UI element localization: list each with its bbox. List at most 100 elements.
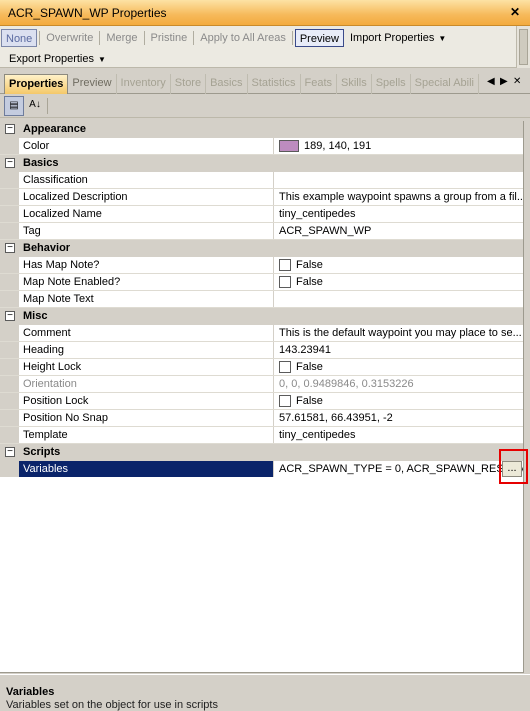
apply-to-all-areas-button[interactable]: Apply to All Areas — [196, 29, 290, 47]
property-name[interactable]: Color — [19, 138, 274, 154]
property-name[interactable]: Classification — [19, 172, 274, 188]
collapse-icon[interactable]: − — [5, 311, 15, 321]
property-grid: − Appearance Color 189, 140, 191− Basics Clas… — [0, 121, 524, 478]
import-properties-button[interactable]: Import Properties ▼ — [346, 29, 450, 47]
property-value[interactable] — [274, 291, 523, 307]
property-value[interactable] — [274, 172, 523, 188]
tab-basics[interactable]: Basics — [206, 74, 248, 94]
property-value[interactable]: False — [274, 393, 523, 409]
property-value[interactable]: 0, 0, 0.9489846, 0.3153226 — [274, 376, 523, 392]
tab-special-abili[interactable]: Special Abili — [411, 74, 479, 94]
property-name[interactable]: Map Note Enabled? — [19, 274, 274, 290]
property-name[interactable]: Height Lock — [19, 359, 274, 375]
property-row-comment[interactable]: Comment This is the default waypoint you … — [0, 325, 523, 342]
preview-button[interactable]: Preview — [294, 29, 344, 47]
property-name[interactable]: Variables — [19, 461, 274, 477]
property-name[interactable]: Map Note Text — [19, 291, 274, 307]
toolbar-scrollbar[interactable] — [516, 26, 530, 68]
checkbox[interactable] — [279, 259, 291, 271]
checkbox[interactable] — [279, 361, 291, 373]
property-row-position-no-snap[interactable]: Position No Snap 57.61581, 66.43951, -2 — [0, 410, 523, 427]
none-button[interactable]: None — [1, 29, 38, 47]
property-value-text: ACR_SPAWN_WP — [279, 225, 372, 237]
property-value[interactable]: False — [274, 257, 523, 273]
overwrite-button[interactable]: Overwrite — [42, 29, 97, 47]
property-name[interactable]: Position Lock — [19, 393, 274, 409]
property-row-height-lock[interactable]: Height Lock False — [0, 359, 523, 376]
property-name[interactable]: Has Map Note? — [19, 257, 274, 273]
scrollbar-thumb[interactable] — [519, 29, 528, 65]
collapse-icon[interactable]: − — [5, 447, 15, 457]
property-value[interactable]: 57.61581, 66.43951, -2 — [274, 410, 523, 426]
checkbox[interactable] — [279, 395, 291, 407]
property-name[interactable]: Position No Snap — [19, 410, 274, 426]
close-icon[interactable]: ✕ — [510, 5, 520, 19]
property-value[interactable]: False — [274, 274, 523, 290]
pristine-button[interactable]: Pristine — [147, 29, 192, 47]
tab-feats[interactable]: Feats — [301, 74, 338, 94]
property-row-color[interactable]: Color 189, 140, 191 — [0, 138, 523, 155]
property-row-map-note-text[interactable]: Map Note Text — [0, 291, 523, 308]
property-row-variables[interactable]: Variables ACR_SPAWN_TYPE = 0, ACR_SPAWN_R… — [0, 461, 523, 478]
tab-scroll-left-icon[interactable]: ◀ — [487, 76, 495, 87]
collapse-icon[interactable]: − — [5, 243, 15, 253]
help-description: Variables set on the object for use in s… — [6, 699, 218, 711]
color-swatch[interactable] — [279, 140, 299, 152]
property-row-classification[interactable]: Classification — [0, 172, 523, 189]
property-row-map-note-enabled[interactable]: Map Note Enabled? False — [0, 274, 523, 291]
tab-store[interactable]: Store — [171, 74, 207, 94]
property-row-localized-name[interactable]: Localized Name tiny_centipedes — [0, 206, 523, 223]
property-value[interactable]: tiny_centipedes — [274, 427, 523, 443]
property-name[interactable]: Heading — [19, 342, 274, 358]
property-row-template[interactable]: Template tiny_centipedes — [0, 427, 523, 444]
tab-properties[interactable]: Properties — [4, 74, 69, 94]
collapse-icon[interactable]: − — [5, 124, 15, 134]
property-row-heading[interactable]: Heading 143.23941 — [0, 342, 523, 359]
property-row-has-map-note[interactable]: Has Map Note? False — [0, 257, 523, 274]
alphabetical-sort-icon[interactable]: A↓ — [25, 96, 45, 116]
category-misc[interactable]: − Misc — [0, 308, 523, 325]
property-value[interactable]: ACR_SPAWN_WP — [274, 223, 523, 239]
property-value[interactable]: This example waypoint spawns a group fro… — [274, 189, 523, 205]
export-properties-button[interactable]: Export Properties ▼ — [5, 50, 110, 68]
help-panel: Variables Variables set on the object fo… — [0, 674, 530, 711]
categorized-sort-icon[interactable]: ▤ — [4, 96, 24, 116]
property-row-localized-description[interactable]: Localized Description This example waypoi… — [0, 189, 523, 206]
tab-spells[interactable]: Spells — [372, 74, 411, 94]
property-name[interactable]: Localized Description — [19, 189, 274, 205]
tab-scroll-right-icon[interactable]: ▶ — [500, 76, 508, 87]
checkbox[interactable] — [279, 276, 291, 288]
property-row-tag[interactable]: Tag ACR_SPAWN_WP — [0, 223, 523, 240]
property-name[interactable]: Template — [19, 427, 274, 443]
property-row-position-lock[interactable]: Position Lock False — [0, 393, 523, 410]
property-value[interactable]: False — [274, 359, 523, 375]
tab-close-icon[interactable]: ✕ — [513, 76, 521, 87]
category-behavior[interactable]: − Behavior — [0, 240, 523, 257]
row-gutter — [0, 461, 19, 477]
dropdown-arrow-icon: ▼ — [438, 34, 447, 43]
category-scripts[interactable]: − Scripts — [0, 444, 523, 461]
sort-toolbar: ▤ A↓ — [0, 94, 530, 118]
property-value[interactable]: ACR_SPAWN_TYPE = 0, ACR_SPAWN_RESNAM... — [274, 461, 523, 477]
tab-preview[interactable]: Preview — [68, 74, 117, 94]
property-value[interactable]: This is the default waypoint you may pla… — [274, 325, 523, 341]
property-name[interactable]: Tag — [19, 223, 274, 239]
export-properties-label: Export Properties — [9, 52, 94, 65]
property-value[interactable]: 189, 140, 191 — [274, 138, 523, 154]
property-name[interactable]: Comment — [19, 325, 274, 341]
category-label: Appearance — [23, 123, 86, 135]
category-appearance[interactable]: − Appearance — [0, 121, 523, 138]
tab-statistics[interactable]: Statistics — [248, 74, 301, 94]
toolbar-separator — [99, 31, 101, 45]
category-basics[interactable]: − Basics — [0, 155, 523, 172]
property-value-text: 189, 140, 191 — [304, 140, 372, 152]
collapse-icon[interactable]: − — [5, 158, 15, 168]
property-value[interactable]: 143.23941 — [274, 342, 523, 358]
property-name[interactable]: Localized Name — [19, 206, 274, 222]
merge-button[interactable]: Merge — [102, 29, 141, 47]
tab-inventory[interactable]: Inventory — [117, 74, 171, 94]
property-row-orientation[interactable]: Orientation 0, 0, 0.9489846, 0.3153226 — [0, 376, 523, 393]
tab-skills[interactable]: Skills — [337, 74, 372, 94]
property-name[interactable]: Orientation — [19, 376, 274, 392]
property-value[interactable]: tiny_centipedes — [274, 206, 523, 222]
